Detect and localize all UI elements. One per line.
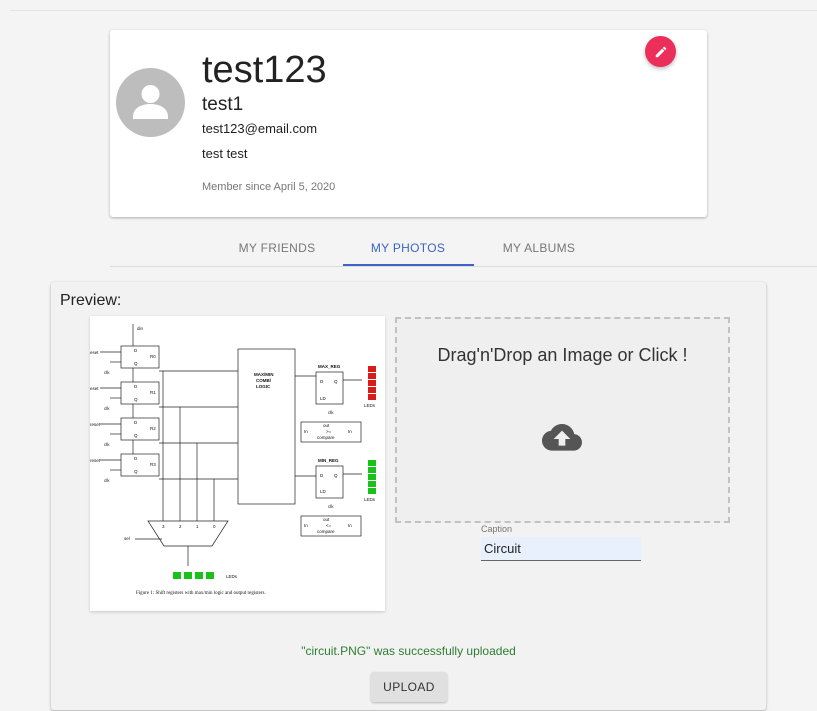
svg-text:D: D [134, 348, 138, 353]
preview-image: din eset eset reset reset clk clk clk cl… [90, 316, 385, 611]
svg-text:Figure 1: Shift registers with: Figure 1: Shift registers with max/min l… [136, 591, 266, 596]
svg-text:Q: Q [334, 473, 338, 478]
pencil-icon [655, 46, 666, 57]
caption-label: Caption [481, 524, 513, 534]
svg-text:In: In [304, 429, 308, 434]
svg-text:clk: clk [104, 370, 110, 375]
svg-text:In: In [348, 429, 352, 434]
svg-text:clk: clk [104, 406, 110, 411]
caption-input[interactable] [481, 537, 641, 561]
svg-text:reset: reset [90, 422, 101, 427]
circuit-diagram-image: din eset eset reset reset clk clk clk cl… [90, 324, 376, 596]
svg-text:LEDs: LEDs [364, 403, 376, 408]
svg-text:eset: eset [90, 386, 99, 391]
svg-text:Q: Q [134, 469, 138, 474]
svg-text:Q: Q [134, 397, 138, 402]
svg-text:0: 0 [213, 524, 216, 529]
leds-green [173, 460, 376, 579]
svg-text:R2: R2 [150, 426, 156, 431]
upload-status-message: "circuit.PNG" was successfully uploaded [301, 644, 516, 658]
svg-text:COMB/: COMB/ [256, 378, 272, 383]
leds-red [368, 366, 376, 400]
tabs-divider [110, 266, 817, 267]
svg-text:clk: clk [104, 442, 110, 447]
svg-text:R3: R3 [150, 462, 156, 467]
preview-label: Preview: [60, 292, 122, 309]
svg-text:compare: compare [317, 529, 335, 534]
person-icon [133, 85, 168, 119]
svg-text:D: D [320, 473, 324, 478]
tab-my-friends[interactable]: MY FRIENDS [212, 230, 342, 266]
svg-text:reset: reset [90, 458, 101, 463]
profile-bio: test test [202, 146, 248, 161]
svg-text:In: In [348, 523, 352, 528]
svg-text:MAX/MIN: MAX/MIN [254, 372, 274, 377]
svg-text:MAX_REG: MAX_REG [318, 364, 341, 369]
svg-text:compare: compare [317, 435, 335, 440]
edit-profile-button[interactable] [645, 36, 676, 67]
profile-username: test123 [202, 49, 327, 91]
svg-text:MIN_REG: MIN_REG [318, 458, 339, 463]
svg-text:R1: R1 [150, 390, 156, 395]
svg-text:din: din [137, 326, 144, 331]
upload-button[interactable]: UPLOAD [371, 672, 447, 702]
cloud-upload-icon [542, 424, 582, 451]
svg-text:LD: LD [320, 396, 327, 401]
profile-display-name: test1 [202, 94, 244, 115]
svg-text:LD: LD [320, 489, 327, 494]
svg-text:R0: R0 [150, 354, 156, 359]
svg-text:>=: >= [326, 429, 332, 434]
image-dropzone[interactable]: Drag'n'Drop an Image or Click ! [395, 317, 730, 523]
tab-my-photos[interactable]: MY PHOTOS [343, 230, 473, 266]
profile-tabs: MY FRIENDS MY PHOTOS MY ALBUMS [110, 230, 817, 267]
svg-text:D: D [134, 420, 138, 425]
svg-text:D: D [134, 456, 138, 461]
svg-text:3: 3 [162, 524, 165, 529]
top-divider [10, 10, 817, 11]
avatar [116, 68, 185, 137]
svg-text:2: 2 [179, 524, 182, 529]
tab-my-albums[interactable]: MY ALBUMS [474, 230, 604, 266]
svg-text:LEDs: LEDs [364, 497, 376, 502]
svg-text:D: D [134, 384, 138, 389]
dropzone-text: Drag'n'Drop an Image or Click ! [437, 345, 688, 365]
svg-text:<=: <= [326, 523, 332, 528]
profile-card: test123 test1 test123@email.com test tes… [110, 30, 707, 217]
svg-text:Q: Q [134, 361, 138, 366]
svg-text:LOGIC: LOGIC [256, 384, 271, 389]
svg-text:sel: sel [124, 536, 130, 541]
svg-text:In: In [304, 523, 308, 528]
svg-text:out: out [323, 423, 330, 428]
svg-text:D: D [320, 379, 324, 384]
svg-text:eset: eset [90, 350, 99, 355]
svg-text:clk: clk [328, 410, 334, 415]
member-since: Member since April 5, 2020 [202, 181, 336, 193]
svg-text:clk: clk [328, 504, 334, 509]
svg-text:Q: Q [134, 433, 138, 438]
svg-text:Q: Q [334, 379, 338, 384]
profile-email: test123@email.com [202, 121, 318, 136]
svg-text:clk: clk [104, 478, 110, 483]
svg-text:1: 1 [196, 524, 199, 529]
svg-text:LEDs: LEDs [226, 574, 238, 579]
upload-card: Preview: din eset eset reset reset clk c… [51, 282, 766, 710]
svg-text:out: out [323, 517, 330, 522]
